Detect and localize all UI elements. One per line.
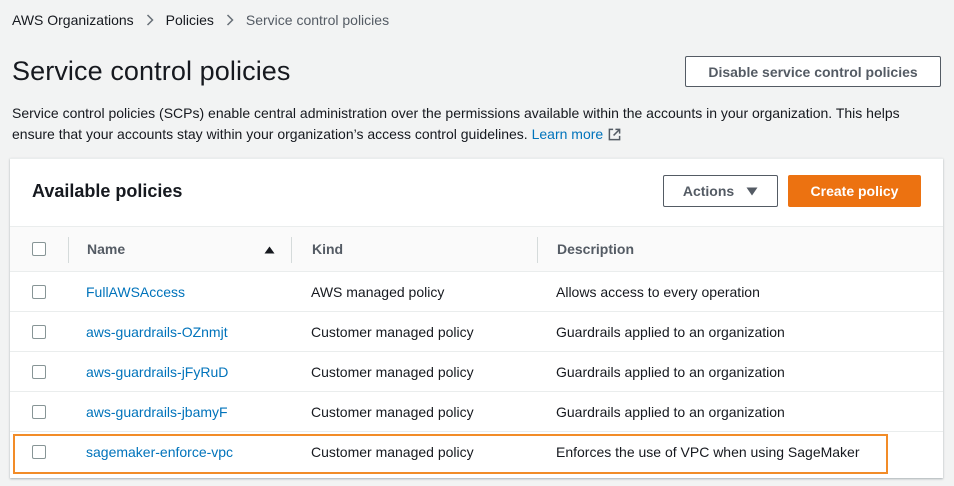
description-text: Service control policies (SCPs) enable c…	[12, 105, 900, 142]
column-name-label: Name	[87, 241, 126, 257]
table-row[interactable]: aws-guardrails-jFyRuD Customer managed p…	[10, 352, 943, 392]
policy-name-link[interactable]: aws-guardrails-jFyRuD	[86, 352, 228, 392]
row-select-cell	[32, 352, 46, 392]
row-select-cell	[32, 272, 46, 312]
policies-table: Name Kind Description FullAWSAccess AWS …	[10, 226, 943, 472]
caret-down-icon	[746, 183, 758, 199]
row-select-cell	[32, 312, 46, 352]
sort-ascending-icon[interactable]	[264, 241, 275, 257]
policy-description: Enforces the use of VPC when using SageM…	[556, 444, 860, 460]
learn-more-link[interactable]: Learn more	[532, 126, 604, 142]
row-select-cell	[32, 432, 46, 472]
column-header-kind[interactable]: Kind	[312, 227, 343, 271]
breadcrumb: AWS Organizations Policies Service contr…	[12, 12, 389, 28]
table-row[interactable]: sagemaker-enforce-vpc Customer managed p…	[10, 432, 943, 472]
external-link-icon[interactable]	[608, 126, 621, 147]
actions-dropdown-button[interactable]: Actions	[663, 175, 778, 207]
policy-name-link[interactable]: aws-guardrails-jbamyF	[86, 392, 228, 432]
column-header-name[interactable]: Name	[87, 227, 275, 271]
column-divider	[291, 237, 292, 263]
row-checkbox[interactable]	[32, 445, 46, 459]
policy-name-link[interactable]: aws-guardrails-OZnmjt	[86, 312, 228, 352]
table-row[interactable]: aws-guardrails-jbamyF Customer managed p…	[10, 392, 943, 432]
select-all-cell	[32, 227, 46, 271]
column-header-description[interactable]: Description	[557, 227, 634, 271]
policy-kind: Customer managed policy	[311, 324, 474, 340]
panel-header: Available policies Actions Create policy	[10, 159, 943, 225]
policy-description: Guardrails applied to an organization	[556, 364, 785, 380]
policy-kind: Customer managed policy	[311, 404, 474, 420]
column-divider	[537, 237, 538, 263]
breadcrumb-aws-organizations[interactable]: AWS Organizations	[12, 12, 134, 28]
table-row[interactable]: aws-guardrails-OZnmjt Customer managed p…	[10, 312, 943, 352]
chevron-right-icon	[146, 14, 154, 26]
page-description: Service control policies (SCPs) enable c…	[12, 103, 937, 147]
row-checkbox[interactable]	[32, 365, 46, 379]
chevron-right-icon	[226, 14, 234, 26]
table-row[interactable]: FullAWSAccess AWS managed policy Allows …	[10, 272, 943, 312]
disable-scp-button[interactable]: Disable service control policies	[685, 56, 941, 87]
column-divider	[68, 237, 69, 263]
row-select-cell	[32, 392, 46, 432]
breadcrumb-policies[interactable]: Policies	[166, 12, 214, 28]
table-header: Name Kind Description	[10, 226, 943, 272]
row-checkbox[interactable]	[32, 325, 46, 339]
breadcrumb-current: Service control policies	[245, 12, 390, 28]
select-all-checkbox[interactable]	[32, 242, 46, 256]
policy-kind: AWS managed policy	[311, 284, 445, 300]
policy-description: Guardrails applied to an organization	[556, 404, 785, 420]
policy-kind: Customer managed policy	[311, 364, 474, 380]
page-title: Service control policies	[12, 56, 291, 86]
policy-name-link[interactable]: sagemaker-enforce-vpc	[86, 432, 233, 472]
row-checkbox[interactable]	[32, 285, 46, 299]
policy-name-link[interactable]: FullAWSAccess	[86, 272, 185, 312]
policy-description: Allows access to every operation	[556, 284, 760, 300]
actions-label: Actions	[682, 183, 735, 199]
policy-description: Guardrails applied to an organization	[556, 324, 785, 340]
create-policy-button[interactable]: Create policy	[788, 175, 921, 207]
available-policies-panel: Available policies Actions Create policy…	[10, 158, 943, 478]
policy-kind: Customer managed policy	[311, 444, 474, 460]
panel-title: Available policies	[32, 181, 183, 201]
row-checkbox[interactable]	[32, 405, 46, 419]
